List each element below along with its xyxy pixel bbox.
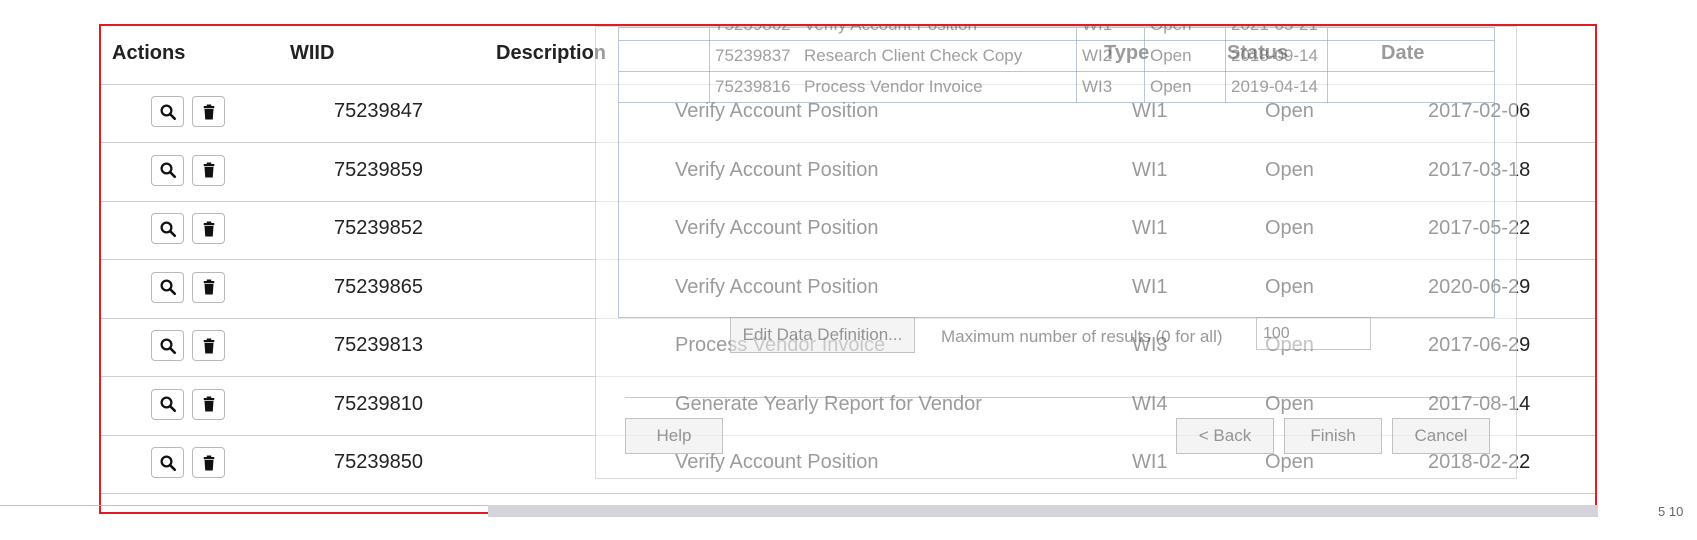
trash-icon bbox=[200, 454, 218, 472]
cell-date: 2020-06-29 bbox=[1428, 275, 1531, 298]
view-button[interactable] bbox=[151, 330, 184, 361]
grid-header: Actions WIID Description Type Status Dat… bbox=[101, 26, 1595, 85]
table-row[interactable]: 75239810 Generate Yearly Report for Vendo… bbox=[101, 377, 1595, 436]
header-type[interactable]: Type bbox=[1104, 42, 1149, 65]
trash-icon bbox=[200, 278, 218, 296]
cell-status: Open bbox=[1265, 392, 1314, 415]
search-icon bbox=[159, 103, 177, 121]
cell-description: Verify Account Position bbox=[675, 100, 879, 122]
delete-button[interactable] bbox=[192, 154, 225, 186]
cell-wiid: 75239813 bbox=[334, 334, 423, 356]
cell-wiid: 75239847 bbox=[334, 100, 423, 122]
cell-status: Open bbox=[1265, 100, 1314, 122]
search-icon bbox=[159, 454, 177, 472]
search-icon bbox=[159, 395, 177, 413]
cell-type: WI4 bbox=[1132, 392, 1168, 415]
search-icon bbox=[159, 337, 177, 355]
cell-status: Open bbox=[1265, 451, 1314, 473]
header-actions[interactable]: Actions bbox=[112, 42, 185, 65]
cell-description: Generate Yearly Report for Vendor bbox=[675, 392, 982, 415]
cell-wiid: 75239859 bbox=[334, 158, 423, 181]
search-icon bbox=[159, 220, 177, 238]
cell-description: Process Vendor Invoice bbox=[675, 334, 886, 356]
cell-type: WI1 bbox=[1132, 451, 1168, 473]
delete-button[interactable] bbox=[192, 271, 225, 303]
horizontal-scrollbar[interactable] bbox=[488, 505, 1598, 517]
cell-date: 2017-05-22 bbox=[1428, 217, 1531, 239]
cell-wiid: 75239852 bbox=[334, 217, 423, 239]
cell-date: 2018-02-22 bbox=[1428, 451, 1531, 473]
view-button[interactable] bbox=[151, 271, 184, 303]
cell-type: WI1 bbox=[1132, 100, 1168, 122]
header-date[interactable]: Date bbox=[1381, 42, 1424, 65]
trash-icon bbox=[200, 161, 218, 179]
cell-status: Open bbox=[1265, 158, 1314, 181]
footer-rule bbox=[0, 505, 500, 506]
delete-button[interactable] bbox=[192, 96, 225, 127]
table-row[interactable]: 75239865 Verify Account Position WI1 Open 20… bbox=[101, 260, 1595, 319]
delete-button[interactable] bbox=[192, 447, 225, 478]
table-row[interactable]: 75239847 Verify Account Position WI1 Open 20… bbox=[101, 84, 1595, 143]
trash-icon bbox=[200, 220, 218, 238]
search-icon bbox=[159, 161, 177, 179]
cell-description: Verify Account Position bbox=[675, 451, 879, 473]
cell-date: 2017-08-14 bbox=[1428, 392, 1531, 415]
delete-button[interactable] bbox=[192, 330, 225, 361]
cell-date: 2017-03-18 bbox=[1428, 158, 1531, 181]
cell-description: Verify Account Position bbox=[675, 158, 879, 181]
cell-description: Verify Account Position bbox=[675, 217, 879, 239]
cell-date: 2017-06-29 bbox=[1428, 334, 1531, 356]
view-button[interactable] bbox=[151, 213, 184, 244]
header-status[interactable]: Status bbox=[1227, 42, 1288, 65]
trash-icon bbox=[200, 337, 218, 355]
cell-wiid: 75239865 bbox=[334, 275, 423, 298]
cell-date: 2017-02-06 bbox=[1428, 100, 1531, 122]
view-button[interactable] bbox=[151, 154, 184, 186]
header-description[interactable]: Description bbox=[496, 42, 606, 65]
view-button[interactable] bbox=[151, 96, 184, 127]
cell-type: WI1 bbox=[1132, 275, 1168, 298]
table-row[interactable]: 75239850 Verify Account Position WI1 Open 20… bbox=[101, 435, 1595, 494]
work-items-grid: Actions WIID Description Type Status Dat… bbox=[99, 24, 1597, 514]
trash-icon bbox=[200, 103, 218, 121]
cell-status: Open bbox=[1265, 334, 1314, 356]
delete-button[interactable] bbox=[192, 213, 225, 244]
table-row[interactable]: 75239859 Verify Account Position WI1 Open 20… bbox=[101, 143, 1595, 202]
table-row[interactable]: 75239852 Verify Account Position WI1 Open 20… bbox=[101, 201, 1595, 260]
cell-description: Verify Account Position bbox=[675, 275, 879, 298]
cell-wiid: 75239810 bbox=[334, 392, 423, 415]
page-margin bbox=[0, 0, 100, 505]
search-icon bbox=[159, 278, 177, 296]
cell-type: WI3 bbox=[1132, 334, 1168, 356]
view-button[interactable] bbox=[151, 447, 184, 478]
cell-wiid: 75239850 bbox=[334, 451, 423, 473]
cell-type: WI1 bbox=[1132, 217, 1168, 239]
trash-icon bbox=[200, 395, 218, 413]
cell-type: WI1 bbox=[1132, 158, 1168, 181]
table-row[interactable]: 75239813 Process Vendor Invoice WI3 Open 201… bbox=[101, 318, 1595, 377]
cell-status: Open bbox=[1265, 217, 1314, 239]
delete-button[interactable] bbox=[192, 388, 225, 420]
header-wiid[interactable]: WIID bbox=[290, 42, 334, 65]
cell-status: Open bbox=[1265, 275, 1314, 298]
page-indicator: 5 10 bbox=[1658, 504, 1684, 519]
view-button[interactable] bbox=[151, 388, 184, 420]
